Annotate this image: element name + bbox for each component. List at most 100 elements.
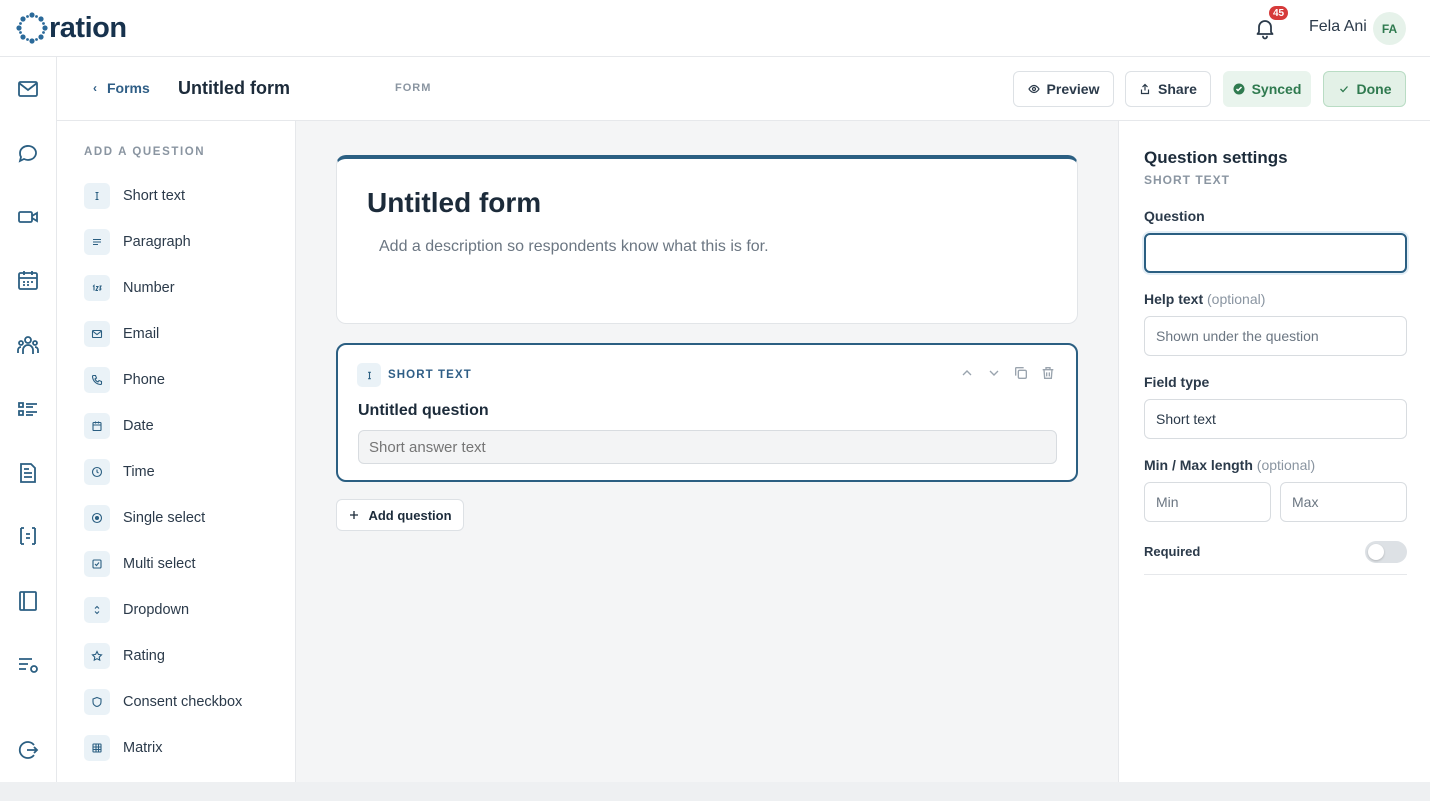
star-icon bbox=[84, 643, 110, 669]
settings-subtitle: SHORT TEXT bbox=[1144, 173, 1231, 187]
add-question-button[interactable]: Add question bbox=[336, 499, 464, 531]
tasks-icon[interactable] bbox=[16, 397, 40, 421]
palette-item-multi-select[interactable]: Multi select bbox=[84, 550, 196, 578]
palette-item-date[interactable]: Date bbox=[84, 412, 154, 440]
question-settings-panel: Question settings SHORT TEXT Question He… bbox=[1118, 121, 1430, 782]
required-label: Required bbox=[1144, 544, 1201, 559]
logout-icon[interactable] bbox=[16, 738, 40, 762]
field-type-label: Field type bbox=[1144, 374, 1210, 390]
paragraph-icon bbox=[84, 229, 110, 255]
palette-item-paragraph[interactable]: Paragraph bbox=[84, 228, 191, 256]
back-label: Forms bbox=[107, 80, 150, 96]
check-circle-icon bbox=[1233, 83, 1245, 95]
palette-item-number[interactable]: Number bbox=[84, 274, 175, 302]
preview-button[interactable]: Preview bbox=[1013, 71, 1114, 107]
question-title[interactable]: Untitled question bbox=[358, 402, 489, 420]
help-text-field[interactable] bbox=[1144, 316, 1407, 356]
question-actions bbox=[959, 365, 1056, 381]
form-canvas: Untitled form Add a description so respo… bbox=[296, 121, 1118, 782]
palette-item-label: Matrix bbox=[123, 740, 163, 756]
add-question-label: Add question bbox=[368, 507, 452, 523]
left-rail bbox=[0, 57, 57, 782]
palette-item-label: Time bbox=[123, 464, 155, 480]
bottom-strip bbox=[0, 782, 1430, 801]
share-label: Share bbox=[1158, 81, 1197, 97]
brand-logo[interactable]: ration bbox=[16, 11, 127, 45]
share-icon bbox=[1140, 83, 1150, 95]
palette-item-label: Rating bbox=[123, 648, 165, 664]
back-to-forms-link[interactable]: ‹ Forms bbox=[93, 80, 150, 96]
field-type-select[interactable] bbox=[1144, 399, 1407, 439]
palette-item-email[interactable]: Email bbox=[84, 320, 159, 348]
logo-mark-icon bbox=[16, 12, 48, 44]
synced-label: Synced bbox=[1251, 81, 1302, 97]
min-max-label: Min / Max length (optional) bbox=[1144, 457, 1315, 473]
done-button[interactable]: Done bbox=[1323, 71, 1406, 107]
palette-item-label: Multi select bbox=[123, 556, 196, 572]
people-icon[interactable] bbox=[16, 333, 40, 357]
calendar-icon[interactable] bbox=[16, 268, 40, 292]
required-row: Required bbox=[1144, 541, 1407, 575]
video-icon[interactable] bbox=[16, 205, 40, 229]
palette-item-matrix[interactable]: Matrix bbox=[84, 734, 162, 762]
max-length-field[interactable] bbox=[1280, 482, 1407, 522]
clock-icon bbox=[84, 459, 110, 485]
form-tag: FORM bbox=[395, 82, 432, 94]
required-toggle[interactable] bbox=[1365, 541, 1407, 563]
text-cursor-icon bbox=[84, 183, 110, 209]
help-text-label: Help text (optional) bbox=[1144, 291, 1265, 307]
question-card[interactable]: SHORT TEXT Untitled question bbox=[336, 343, 1078, 482]
number-icon bbox=[84, 275, 110, 301]
palette-item-phone[interactable]: Phone bbox=[84, 366, 165, 394]
palette-item-label: Single select bbox=[123, 510, 206, 526]
form-editor-header: ‹ Forms Untitled form FORM Preview Share… bbox=[57, 57, 1430, 121]
trash-icon[interactable] bbox=[1040, 365, 1056, 381]
palette-item-single-select[interactable]: Single select bbox=[84, 504, 205, 532]
help-text-optional: (optional) bbox=[1207, 291, 1266, 307]
toggle-knob bbox=[1368, 544, 1384, 560]
move-up-icon[interactable] bbox=[959, 365, 975, 381]
palette-item-rating[interactable]: Rating bbox=[84, 642, 165, 670]
palette-item-consent-checkbox[interactable]: Consent checkbox bbox=[84, 688, 242, 716]
notebook-icon[interactable] bbox=[16, 589, 40, 613]
plus-icon bbox=[350, 511, 359, 519]
min-max-optional: (optional) bbox=[1256, 457, 1316, 473]
question-palette: ADD A QUESTION Short text Paragraph Numb… bbox=[57, 121, 296, 782]
move-down-icon[interactable] bbox=[986, 365, 1002, 381]
min-length-field[interactable] bbox=[1144, 482, 1271, 522]
palette-item-label: Dropdown bbox=[123, 602, 190, 618]
min-max-label-text: Min / Max length bbox=[1144, 457, 1253, 473]
form-header-card[interactable]: Untitled form Add a description so respo… bbox=[336, 155, 1078, 324]
eye-icon bbox=[1027, 84, 1040, 94]
mail-icon[interactable] bbox=[16, 77, 40, 101]
radio-icon bbox=[84, 505, 110, 531]
palette-item-label: Phone bbox=[123, 372, 165, 388]
settings-list-icon[interactable] bbox=[16, 653, 40, 677]
answer-preview-input bbox=[358, 430, 1057, 464]
duplicate-icon[interactable] bbox=[1013, 365, 1029, 381]
avatar[interactable]: FA bbox=[1373, 12, 1406, 45]
palette-item-time[interactable]: Time bbox=[84, 458, 155, 486]
chevron-left-icon: ‹ bbox=[93, 81, 97, 95]
question-field-label: Question bbox=[1144, 208, 1205, 224]
transfer-icon[interactable] bbox=[16, 524, 40, 548]
preview-label: Preview bbox=[1046, 81, 1100, 97]
palette-heading: ADD A QUESTION bbox=[84, 146, 206, 158]
question-field[interactable] bbox=[1144, 233, 1407, 273]
calendar-icon bbox=[84, 413, 110, 439]
palette-item-dropdown[interactable]: Dropdown bbox=[84, 596, 189, 624]
share-button[interactable]: Share bbox=[1125, 71, 1211, 107]
document-icon[interactable] bbox=[16, 461, 40, 485]
user-name[interactable]: Fela Ani bbox=[1309, 18, 1367, 36]
checkbox-icon bbox=[84, 551, 110, 577]
form-description-field[interactable]: Add a description so respondents know wh… bbox=[379, 238, 769, 256]
form-title-field[interactable]: Untitled form bbox=[367, 187, 541, 219]
palette-item-short-text[interactable]: Short text bbox=[84, 182, 185, 210]
check-icon bbox=[1339, 86, 1348, 93]
palette-item-label: Short text bbox=[123, 188, 186, 204]
chat-icon[interactable] bbox=[16, 141, 40, 165]
page-title[interactable]: Untitled form bbox=[178, 78, 290, 99]
mail-icon bbox=[84, 321, 110, 347]
synced-status: Synced bbox=[1223, 71, 1311, 107]
dropdown-icon bbox=[84, 597, 110, 623]
